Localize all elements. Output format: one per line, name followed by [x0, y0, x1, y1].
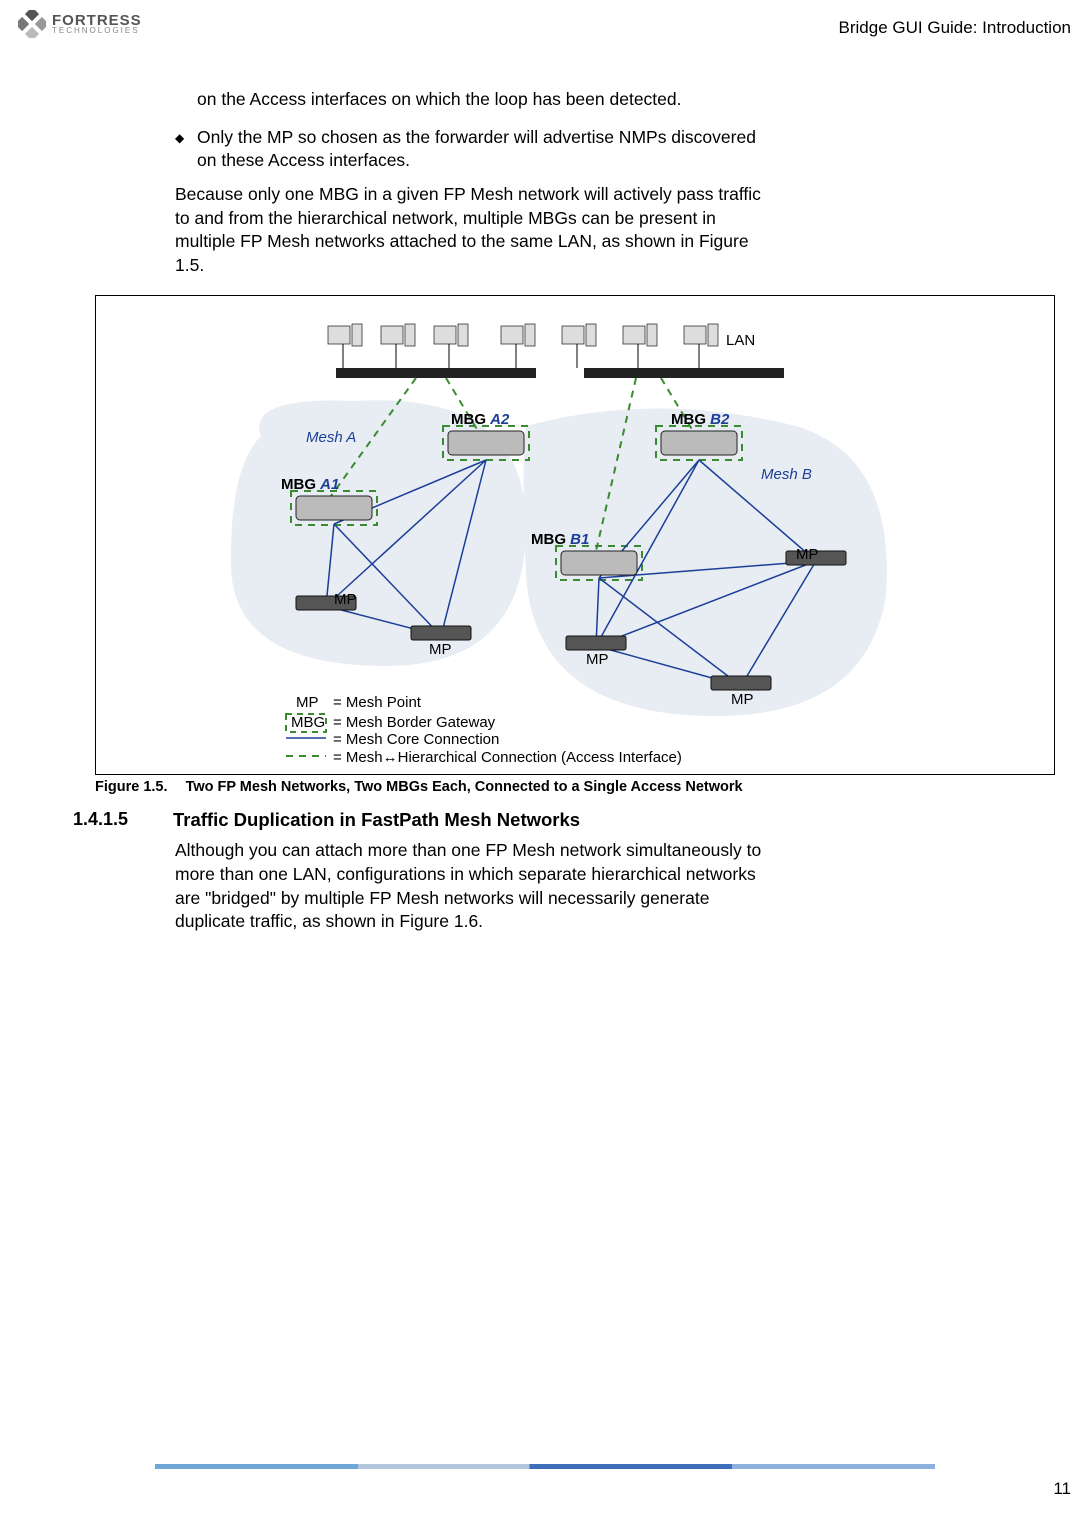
paragraph: Because only one MBG in a given FP Mesh …	[175, 183, 770, 278]
computer-icon	[328, 324, 718, 346]
page-header: FORTRESS TECHNOLOGIES Bridge GUI Guide: …	[0, 0, 1089, 38]
legend-hier-text: = Mesh↔Hierarchical Connection (Access I…	[333, 749, 682, 766]
figure-1-5: LAN Mesh A Mesh B MBG A1 MBG A2 MBG B1 M…	[95, 295, 1055, 775]
logo-text-line1: FORTRESS	[52, 14, 142, 28]
logo-icon	[18, 10, 46, 38]
logo-text-line2: TECHNOLOGIES	[52, 27, 142, 34]
figure-caption: Figure 1.5. Two FP Mesh Networks, Two MB…	[95, 779, 770, 795]
legend-mp-label: MP	[296, 694, 319, 711]
page-number: 11	[1053, 1479, 1071, 1499]
mp-label-3: MP	[586, 651, 609, 668]
legend-mbg-label: MBG	[291, 714, 325, 731]
bullet-item: ◆ Only the MP so chosen as the forwarder…	[175, 126, 770, 173]
section-paragraph: Although you can attach more than one FP…	[175, 839, 770, 934]
mesh-a-label: Mesh A	[306, 429, 356, 446]
mp-label-1: MP	[334, 591, 357, 608]
mbg-a1-label: MBG A1	[281, 476, 339, 493]
legend-mbg-text: = Mesh Border Gateway	[333, 714, 495, 731]
bullet-text: Only the MP so chosen as the forwarder w…	[197, 126, 770, 173]
footer-stripe	[155, 1464, 935, 1469]
section-number: 1.4.1.5	[73, 809, 145, 831]
section-heading: 1.4.1.5 Traffic Duplication in FastPath …	[175, 809, 770, 831]
legend-core-text: = Mesh Core Connection	[333, 731, 499, 748]
bullet-icon: ◆	[175, 126, 185, 173]
body-content: on the Access interfaces on which the lo…	[0, 88, 770, 934]
lan-label: LAN	[726, 332, 755, 349]
mbg-a2-label: MBG A2	[451, 411, 509, 428]
section-breadcrumb: Bridge GUI Guide: Introduction	[839, 10, 1071, 38]
mbg-b1-label: MBG B1	[531, 531, 589, 548]
mp-label-4: MP	[731, 691, 754, 708]
paragraph-continuation: on the Access interfaces on which the lo…	[175, 88, 770, 112]
section-title: Traffic Duplication in FastPath Mesh Net…	[173, 809, 580, 831]
figure-number: Figure 1.5.	[95, 779, 168, 795]
mp-label-5: MP	[796, 546, 819, 563]
brand-logo: FORTRESS TECHNOLOGIES	[18, 10, 142, 38]
legend-mp-text: = Mesh Point	[333, 694, 421, 711]
mesh-b-label: Mesh B	[761, 466, 812, 483]
mbg-b2-label: MBG B2	[671, 411, 729, 428]
figure-caption-text: Two FP Mesh Networks, Two MBGs Each, Con…	[186, 779, 743, 795]
mp-label-2: MP	[429, 641, 452, 658]
